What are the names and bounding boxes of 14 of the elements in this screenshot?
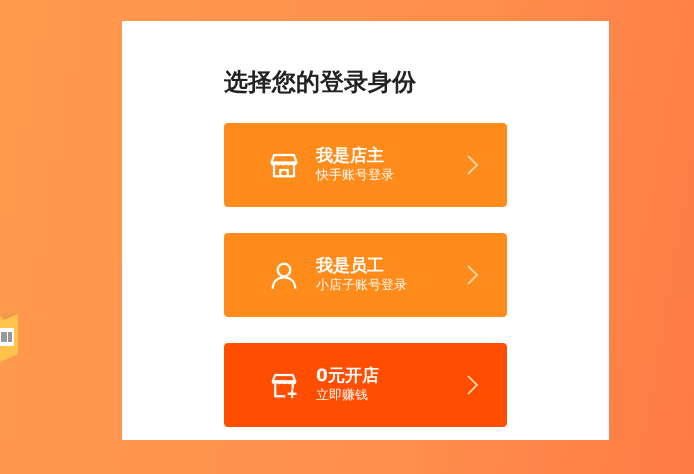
role-button[interactable]: 我是店主 快手账号登录 (224, 123, 507, 207)
role-button[interactable]: 我是员工 小店子账号登录 (224, 233, 507, 317)
chevron-right-icon (467, 375, 479, 395)
role-subtitle: 快手账号登录 (316, 167, 395, 185)
role-button[interactable]: 0元开店 立即赚钱 (224, 343, 507, 427)
role-subtitle: 立即赚钱 (316, 387, 369, 405)
role-subtitle: 小店子账号登录 (316, 277, 408, 295)
role-title: 0元开店 (316, 365, 380, 387)
role-title: 我是店主 (316, 145, 385, 167)
panel-title: 选择您的登录身份 (224, 67, 417, 97)
role-title: 我是员工 (316, 255, 385, 277)
chevron-right-icon (467, 265, 479, 285)
chevron-right-icon (467, 155, 479, 175)
person-icon (269, 260, 299, 290)
